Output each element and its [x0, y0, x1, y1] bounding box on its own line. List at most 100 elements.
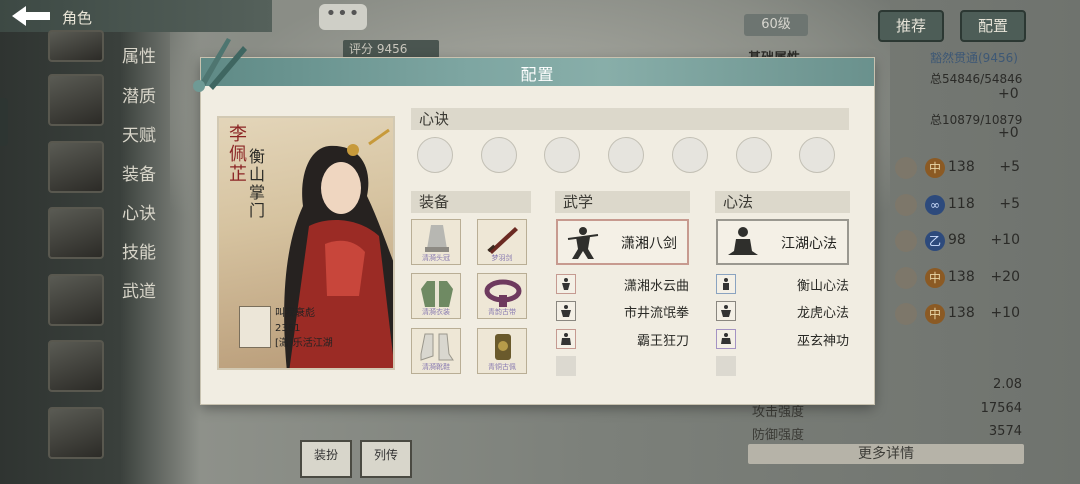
- inner-art-icon: [716, 301, 736, 321]
- bottom-stat: 防御强度 3574: [752, 424, 1022, 443]
- equip-slot-armor[interactable]: 清漪衣装: [411, 273, 461, 319]
- level-badge: 60级: [744, 14, 808, 36]
- xinjue-slot[interactable]: [481, 137, 517, 173]
- grade-badge: 中: [925, 158, 945, 178]
- meditating-figure-icon: [728, 227, 758, 255]
- player-avatar: [239, 306, 271, 348]
- character-avatar[interactable]: [48, 141, 104, 193]
- swordsman-icon: [567, 227, 599, 259]
- screen-title: 角色: [62, 9, 93, 27]
- player-info: 叫我衰彪 2361 [潇]乐活江湖: [239, 306, 389, 356]
- xinfa-section-label: 心法: [715, 191, 850, 213]
- mp-plus: +0: [998, 125, 1019, 141]
- stat-value: 138: [948, 269, 975, 285]
- stat-plus: +20: [990, 269, 1020, 285]
- recommend-button[interactable]: 推荐: [878, 10, 944, 42]
- bottom-stat-label: 防御强度: [752, 428, 805, 443]
- character-title: 衡山掌门: [246, 148, 265, 220]
- xinjue-slot[interactable]: [608, 137, 644, 173]
- menu-item-xinjue[interactable]: 心诀: [122, 199, 156, 224]
- back-arrow-icon[interactable]: [8, 4, 54, 28]
- martial-art-icon: [556, 274, 576, 294]
- character-avatar[interactable]: [48, 340, 104, 392]
- martial-art-icon: [556, 329, 576, 349]
- leg-icon: [895, 267, 917, 289]
- xinjue-slot[interactable]: [417, 137, 453, 173]
- martial-art-name: 市井流氓拳: [623, 306, 689, 321]
- inner-art-name: 巫玄神功: [796, 334, 849, 349]
- armor-icon: [421, 281, 453, 307]
- stat-plus: +10: [990, 305, 1020, 321]
- character-avatar[interactable]: [48, 74, 104, 126]
- bottom-stat-value: 2.08: [993, 377, 1022, 392]
- grade-badge: 乙: [925, 231, 945, 251]
- palm-icon: [895, 230, 917, 252]
- martial-art-item[interactable]: 市井流氓拳: [556, 301, 689, 321]
- menu-item-attributes[interactable]: 属性: [122, 42, 156, 67]
- fist-icon: [895, 194, 917, 216]
- equip-label: 梦羽剑: [491, 254, 513, 262]
- menu-item-skills[interactable]: 技能: [122, 238, 156, 263]
- empty-martial-art-slot[interactable]: [556, 356, 576, 376]
- menu-item-equipment[interactable]: 装备: [122, 160, 156, 185]
- stat-value: 138: [948, 159, 975, 175]
- config-button[interactable]: 配置: [960, 10, 1026, 42]
- equip-label: 清漪头冠: [422, 254, 450, 262]
- grade-badge: 中: [925, 268, 945, 288]
- chat-bubble-icon[interactable]: •••: [319, 4, 367, 30]
- sword-icon: [895, 157, 917, 179]
- grade-badge: 中: [925, 304, 945, 324]
- martial-art-name: 霸王狂刀: [636, 334, 689, 349]
- helmet-icon: [425, 225, 449, 252]
- equip-slot-helmet[interactable]: 清漪头冠: [411, 219, 461, 265]
- inner-art-item[interactable]: 巫玄神功: [716, 329, 849, 349]
- inner-art-icon: [716, 329, 736, 349]
- main-martial-art-slot[interactable]: 潇湘八剑: [556, 219, 689, 265]
- equip-label: 清漪衣装: [422, 308, 450, 316]
- stat-plus: +5: [999, 159, 1020, 175]
- equip-slot-boots[interactable]: 清漪靴鞋: [411, 328, 461, 374]
- xinjue-slot[interactable]: [736, 137, 772, 173]
- inner-art-item[interactable]: 衡山心法: [716, 274, 849, 294]
- sword-icon: [487, 227, 518, 254]
- xinjue-slot[interactable]: [672, 137, 708, 173]
- belt-icon: [484, 279, 522, 307]
- equip-slot-amulet[interactable]: 青铜古佩: [477, 328, 527, 374]
- xinjue-slot[interactable]: [544, 137, 580, 173]
- side-drawer-handle[interactable]: [0, 98, 8, 146]
- hp-value: 总54846/54846: [930, 72, 1023, 86]
- xinjue-slot[interactable]: [799, 137, 835, 173]
- stat-value: 98: [948, 232, 966, 248]
- more-details-button[interactable]: 更多详情: [748, 444, 1024, 464]
- tab-costume[interactable]: 装扮: [300, 440, 352, 478]
- equip-slot-belt[interactable]: 青韵古带: [477, 273, 527, 319]
- martial-art-item[interactable]: 潇湘水云曲: [556, 274, 689, 294]
- bottom-stat-label: 攻击强度: [752, 405, 805, 420]
- empty-inner-art-slot[interactable]: [716, 356, 736, 376]
- inner-art-name: 龙虎心法: [796, 306, 849, 321]
- crossed-swords-icon: [193, 38, 247, 92]
- player-guild: [潇]乐活江湖: [275, 338, 333, 349]
- score-label: 评分 9456: [343, 40, 439, 58]
- martial-art-icon: [556, 301, 576, 321]
- character-avatar[interactable]: [48, 207, 104, 259]
- player-name: 叫我衰彪: [275, 308, 315, 319]
- martial-art-name: 潇湘水云曲: [623, 279, 689, 294]
- main-martial-art-name: 潇湘八剑: [621, 236, 677, 252]
- menu-item-potential[interactable]: 潜质: [122, 82, 156, 107]
- character-avatar[interactable]: [48, 274, 104, 326]
- stats-header-score: 豁然贯通(9456): [930, 51, 1018, 65]
- equip-slot-weapon[interactable]: 梦羽剑: [477, 219, 527, 265]
- character-avatar[interactable]: [48, 30, 104, 62]
- main-inner-art-slot[interactable]: 江湖心法: [716, 219, 849, 265]
- character-avatar[interactable]: [48, 407, 104, 459]
- tab-biography[interactable]: 列传: [360, 440, 412, 478]
- player-score: 2361: [275, 323, 301, 334]
- martial-art-item[interactable]: 霸王狂刀: [556, 329, 689, 349]
- inner-art-icon: [716, 274, 736, 294]
- equip-label: 清漪靴鞋: [422, 363, 450, 371]
- main-inner-art-name: 江湖心法: [781, 236, 837, 252]
- menu-item-talent[interactable]: 天赋: [122, 121, 156, 146]
- menu-item-wudao[interactable]: 武道: [122, 277, 156, 302]
- inner-art-item[interactable]: 龙虎心法: [716, 301, 849, 321]
